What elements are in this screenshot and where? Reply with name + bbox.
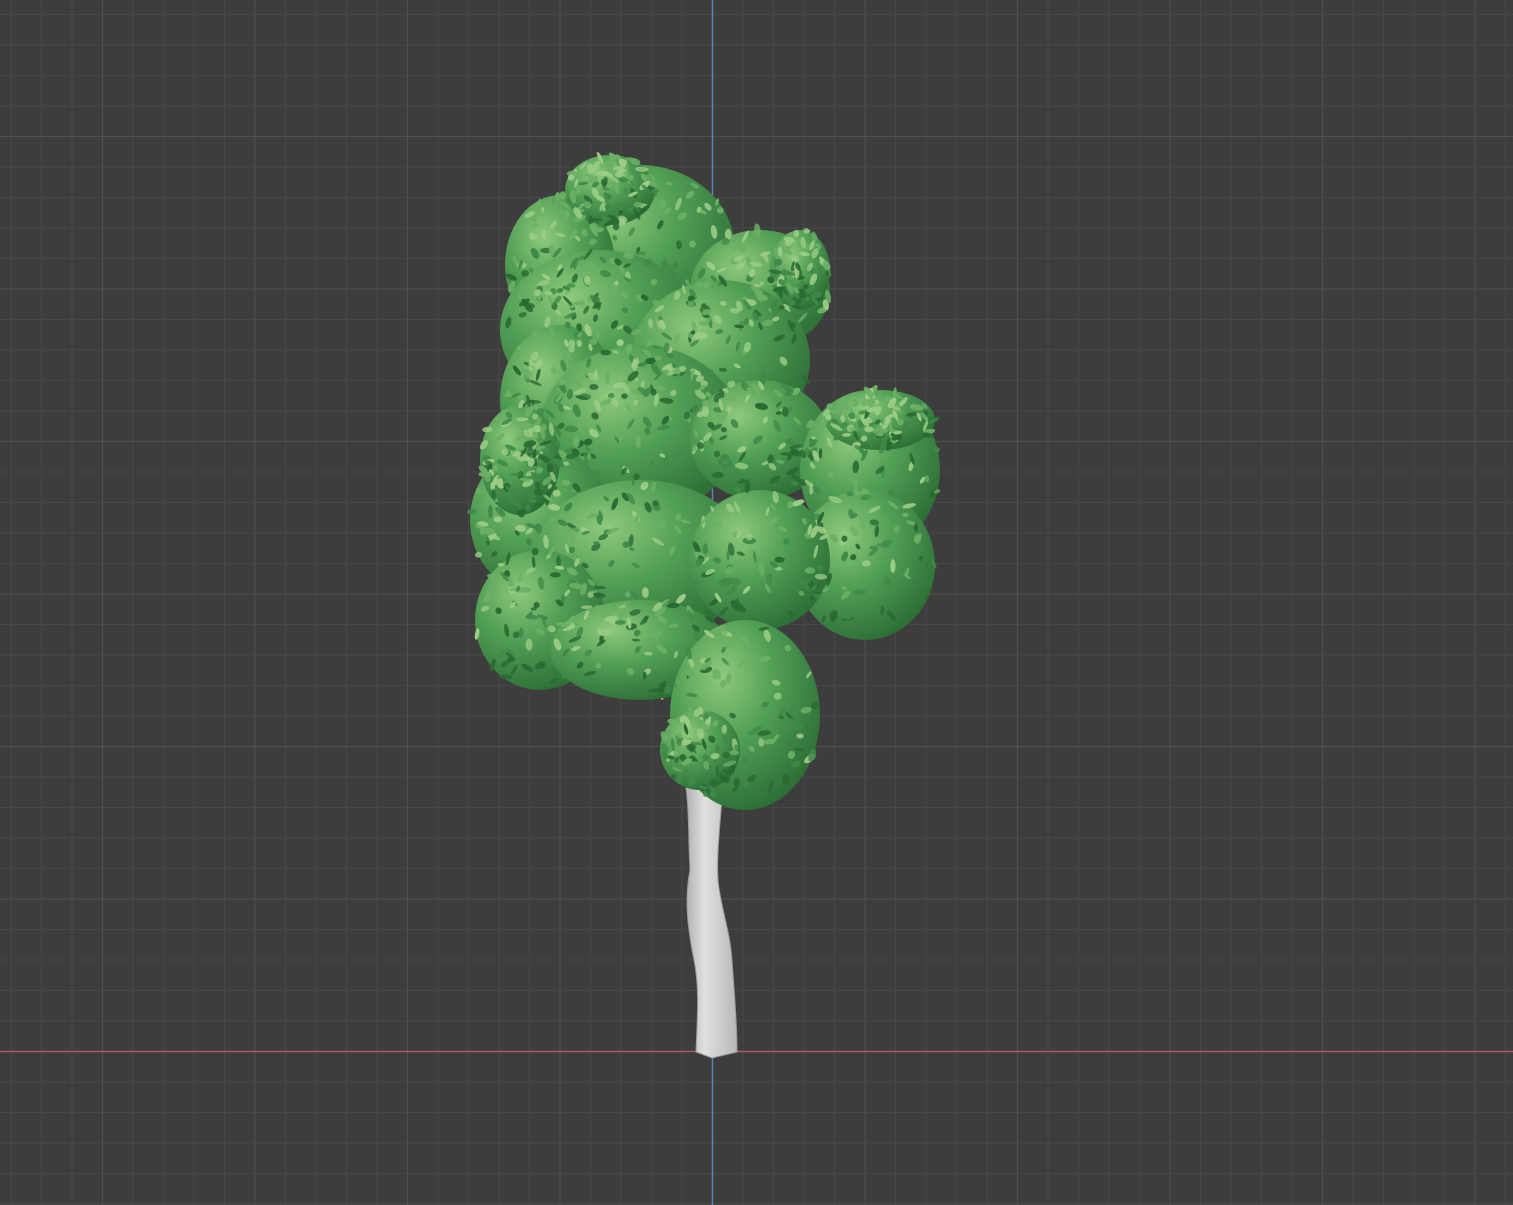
leaf <box>619 607 632 611</box>
leaf <box>593 541 600 545</box>
leaf <box>509 472 523 476</box>
tree-foliage <box>466 151 941 810</box>
tree-model[interactable] <box>466 151 941 1059</box>
leaf <box>888 422 893 433</box>
leaf <box>541 229 546 240</box>
leaf <box>580 299 586 308</box>
3d-viewport[interactable] <box>0 0 1513 1205</box>
tree-trunk <box>682 769 738 1059</box>
viewport-scene <box>0 0 1513 1205</box>
leaf <box>589 384 599 390</box>
leaf <box>525 638 533 651</box>
foliage-clump <box>690 490 830 630</box>
